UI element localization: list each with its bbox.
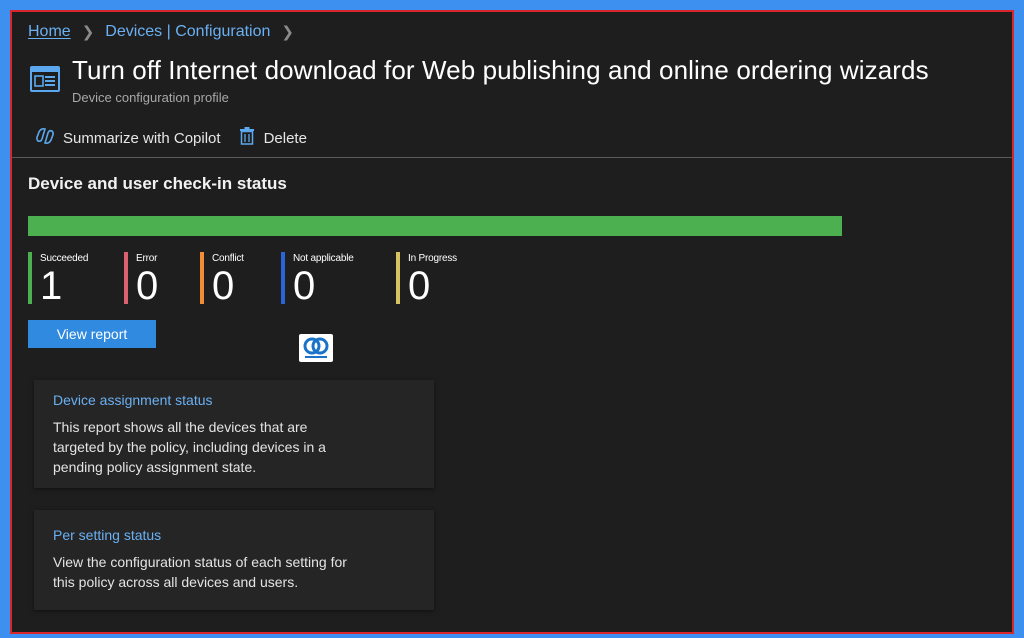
breadcrumb-devices-configuration-link[interactable]: Devices | Configuration	[105, 23, 270, 41]
stat-in-progress: In Progress 0	[396, 252, 457, 308]
stat-label: Succeeded	[40, 253, 89, 264]
per-setting-status-card[interactable]: Per setting status View the configuratio…	[34, 510, 434, 610]
delete-button[interactable]: Delete	[239, 127, 307, 149]
trash-icon	[239, 127, 264, 149]
stat-value: 0	[212, 264, 235, 308]
stat-label: In Progress	[408, 253, 457, 264]
stat-not-applicable: Not applicable 0	[281, 252, 354, 308]
summarize-with-copilot-button[interactable]: Summarize with Copilot	[36, 127, 221, 149]
stat-value: 1	[40, 264, 63, 308]
stat-value: 0	[293, 264, 316, 308]
header-divider	[12, 157, 1012, 158]
stat-value: 0	[136, 264, 159, 308]
card-description: View the configuration status of each se…	[53, 554, 347, 590]
card-title-link[interactable]: Per setting status	[53, 527, 434, 543]
stat-label: Conflict	[212, 253, 244, 264]
page-subtitle: Device configuration profile	[72, 90, 229, 105]
command-bar: Summarize with Copilot Delete	[36, 127, 307, 149]
checkin-status-title: Device and user check-in status	[28, 174, 287, 193]
device-assignment-status-card[interactable]: Device assignment status This report sho…	[34, 380, 434, 488]
stat-succeeded: Succeeded 1	[28, 252, 89, 308]
stat-label: Not applicable	[293, 253, 354, 264]
stat-label: Error	[136, 253, 158, 264]
checkin-progress-bar	[28, 216, 842, 236]
stat-value: 0	[408, 264, 431, 308]
stat-conflict: Conflict 0	[200, 252, 244, 308]
copilot-icon	[36, 127, 63, 149]
breadcrumb: Home ❯ Devices | Configuration ❯	[28, 23, 305, 41]
card-description: This report shows all the devices that a…	[53, 419, 326, 475]
checkin-progress-fill	[28, 216, 842, 236]
device-profile-icon	[30, 65, 60, 93]
page-title: Turn off Internet download for Web publi…	[72, 55, 929, 85]
copilot-label: Summarize with Copilot	[63, 129, 221, 147]
card-title-link[interactable]: Device assignment status	[53, 392, 434, 408]
site-logo-watermark	[299, 334, 333, 362]
delete-label: Delete	[263, 129, 307, 147]
stat-error: Error 0	[124, 252, 159, 308]
chevron-right-icon: ❯	[81, 24, 95, 41]
app-window: Home ❯ Devices | Configuration ❯ Turn of…	[10, 10, 1014, 634]
view-report-button[interactable]: View report	[28, 320, 156, 348]
breadcrumb-home-link[interactable]: Home	[28, 23, 71, 41]
chevron-right-icon: ❯	[281, 24, 294, 41]
